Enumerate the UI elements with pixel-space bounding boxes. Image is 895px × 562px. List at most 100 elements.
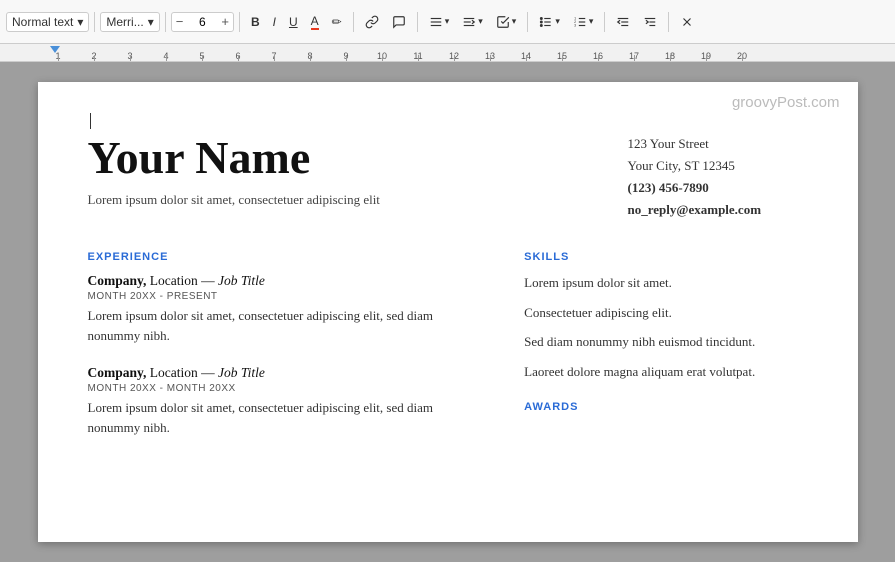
highlight-button[interactable]: ✏ [326,11,348,33]
align-button[interactable]: ▾ [423,11,456,33]
ruler-mark-12: 12 [436,51,472,61]
job-1-jobtitle: Job Title [218,273,265,288]
ruler-mark-14: 14 [508,51,544,61]
increase-indent-button[interactable] [637,11,663,33]
font-family-dropdown[interactable]: Merri... ▾ [100,12,159,32]
clear-group [674,11,700,33]
sep-5 [417,12,418,32]
resume-name-block: Your Name Lorem ipsum dolor sit amet, co… [88,133,380,208]
skills-section: SKILLS Lorem ipsum dolor sit amet. Conse… [524,251,807,457]
bold-button[interactable]: B [245,11,266,33]
link-icon [365,15,379,29]
job-1-location-title: Location — [146,273,218,288]
experience-title: EXPERIENCE [88,251,485,263]
decrease-font-size-button[interactable]: − [172,13,188,30]
toolbar: Normal text ▾ Merri... ▾ − + B I U A ✏ [0,0,895,44]
style-group: Normal text ▾ [6,12,89,32]
contact-city: Your City, ST 12345 [628,155,808,177]
skill-3: Sed diam nonummy nibh euismod tincidunt. [524,332,807,352]
line-spacing-arrow: ▾ [478,16,483,27]
svg-text:3: 3 [574,23,576,27]
ruler-mark-5: 5 [184,51,220,61]
job-2-company: Company, [88,365,147,380]
font-group: Merri... ▾ [100,12,159,32]
ruler-mark-17: 17 [616,51,652,61]
skill-2: Consectetuer adipiscing elit. [524,303,807,323]
line-spacing-button[interactable]: ▾ [456,11,489,33]
job-2-date: MONTH 20XX - MONTH 20XX [88,383,485,394]
sep-1 [94,12,95,32]
link-button[interactable] [359,11,385,33]
contact-email: no_reply@example.com [628,199,808,221]
skill-4: Laoreet dolore magna aliquam erat volutp… [524,362,807,382]
decrease-indent-button[interactable] [610,11,636,33]
ruler: 1 2 3 4 5 6 7 8 9 10 11 12 13 14 15 16 1… [0,44,895,62]
sep-3 [239,12,240,32]
skill-1: Lorem ipsum dolor sit amet. [524,273,807,293]
italic-button[interactable]: I [267,11,282,33]
align-arrow: ▾ [445,16,450,27]
increase-font-size-button[interactable]: + [217,13,233,30]
resume-tagline: Lorem ipsum dolor sit amet, consectetuer… [88,192,380,208]
resume-contact: 123 Your Street Your City, ST 12345 (123… [628,133,808,221]
job-2-jobtitle: Job Title [218,365,265,380]
job-1-company: Company, [88,273,147,288]
ruler-mark-18: 18 [652,51,688,61]
resume-name: Your Name [88,133,380,184]
job-1: Company, Location — Job Title MONTH 20XX… [88,273,485,345]
font-size-group: − + [171,12,234,32]
decrease-indent-icon [616,15,630,29]
sep-4 [353,12,354,32]
ruler-mark-3: 3 [112,51,148,61]
increase-indent-icon [643,15,657,29]
sep-8 [668,12,669,32]
watermark: groovyPost.com [732,94,840,111]
font-family-arrow: ▾ [148,15,154,29]
checklist-icon [496,15,510,29]
checklist-arrow: ▾ [512,16,517,27]
insert-group [359,11,412,33]
checklist-button[interactable]: ▾ [490,11,523,33]
paragraph-style-arrow: ▾ [77,15,83,29]
font-color-button[interactable]: A [305,10,325,34]
experience-section: EXPERIENCE Company, Location — Job Title… [88,251,485,457]
font-size-input[interactable] [188,13,216,31]
numbered-list-arrow: ▾ [589,16,594,27]
ruler-mark-8: 8 [292,51,328,61]
numbered-list-icon: 123 [573,15,587,29]
ruler-mark-19: 19 [688,51,724,61]
ruler-mark-6: 6 [220,51,256,61]
bullet-list-icon [539,15,553,29]
font-color-label: A [311,14,319,30]
comment-button[interactable] [386,11,412,33]
paragraph-style-dropdown[interactable]: Normal text ▾ [6,12,89,32]
numbered-list-button[interactable]: 123 ▾ [567,11,600,33]
skills-title: SKILLS [524,251,807,263]
ruler-mark-15: 15 [544,51,580,61]
resume-header: Your Name Lorem ipsum dolor sit amet, co… [88,133,808,221]
clear-formatting-icon [680,15,694,29]
job-1-title-line: Company, Location — Job Title [88,273,485,289]
font-family-label: Merri... [106,15,143,29]
job-2-title-line: Company, Location — Job Title [88,365,485,381]
text-cursor [90,113,91,129]
page[interactable]: groovyPost.com Your Name Lorem ipsum dol… [38,82,858,542]
sep-2 [165,12,166,32]
bullet-list-button[interactable]: ▾ [533,11,566,33]
ruler-mark-11: 11 [400,51,436,61]
ruler-mark-7: 7 [256,51,292,61]
clear-formatting-button[interactable] [674,11,700,33]
ruler-mark-10: 10 [364,51,400,61]
bullet-list-arrow: ▾ [555,16,560,27]
resume-body: EXPERIENCE Company, Location — Job Title… [88,251,808,457]
job-1-date: MONTH 20XX - PRESENT [88,291,485,302]
job-1-desc: Lorem ipsum dolor sit amet, consectetuer… [88,306,485,345]
list-group: ▾ 123 ▾ [533,11,599,33]
document-area: groovyPost.com Your Name Lorem ipsum dol… [0,62,895,562]
underline-button[interactable]: U [283,11,304,33]
ruler-mark-2: 2 [76,51,112,61]
align-icon [429,15,443,29]
ruler-mark-16: 16 [580,51,616,61]
ruler-mark-13: 13 [472,51,508,61]
ruler-marks: 1 2 3 4 5 6 7 8 9 10 11 12 13 14 15 16 1… [40,44,760,61]
